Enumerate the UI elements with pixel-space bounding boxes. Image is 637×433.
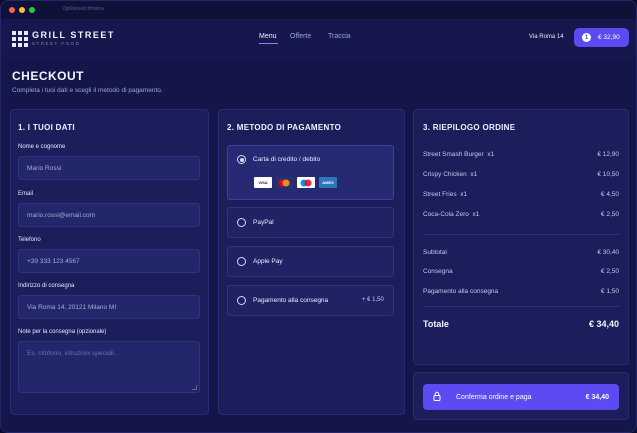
lock-icon [433, 391, 441, 403]
logo-grid-icon[interactable] [12, 31, 28, 47]
amex-icon: AMEX [319, 177, 337, 188]
item-name: Coca-Cola Zero [423, 211, 469, 218]
email-label: Email [18, 191, 34, 197]
cart-count-badge: 1 [582, 33, 591, 42]
page-title: CHECKOUT [12, 69, 84, 83]
delivery-label: Consegna [423, 268, 453, 275]
payment-option-card-label: Carta di credito / debito [253, 156, 321, 163]
radio-applepay[interactable] [237, 257, 246, 266]
cart-button[interactable]: 1 € 32,90 [574, 28, 629, 47]
subtotal-row: Subtotal € 30,40 [423, 249, 619, 256]
summary-title: 3. RIEPILOGO ORDINE [423, 123, 516, 132]
item-qty: x1 [487, 151, 495, 158]
name-value: Mario Rossi [27, 164, 62, 172]
payment-option-paypal-label: PayPal [253, 219, 274, 226]
nav-menu[interactable]: Menu [259, 33, 277, 40]
order-item: Coca-Cola Zero x1 € 2,50 [423, 211, 619, 218]
name-field[interactable]: Mario Rossi [18, 156, 200, 180]
item-name: Crispy Chicken [423, 171, 467, 178]
address-field[interactable]: Via Roma 14, 20121 Milano MI [18, 295, 200, 319]
delivery-address[interactable]: Via Roma 14 [529, 34, 564, 40]
order-item: Street Smash Burger x1 € 12,90 [423, 151, 619, 158]
total-label: Totale [423, 319, 449, 329]
payment-option-applepay-label: Apple Pay [253, 258, 283, 265]
payment-option-cod-label: Pagamento alla consegna [253, 297, 329, 304]
confirm-order-amount: € 34,40 [585, 393, 609, 401]
subtotal-value: € 30,40 [597, 249, 619, 256]
subtotal-label: Subtotal [423, 249, 447, 256]
item-price: € 4,50 [600, 191, 619, 198]
mastercard-icon [275, 177, 293, 188]
total-value: € 34,40 [588, 319, 619, 329]
cod-row: Pagamento alla consegna € 1,50 [423, 288, 619, 295]
order-item: Street Fries x1 € 4,50 [423, 191, 619, 198]
address-bar[interactable]: //grillstreet.it/menu [63, 6, 104, 12]
payment-option-card[interactable] [227, 145, 394, 200]
resize-handle-icon[interactable] [192, 385, 197, 390]
brand-tagline: STREET FOOD [32, 41, 81, 46]
summary-divider [423, 234, 619, 235]
notes-textarea[interactable]: Es. citofono, istruzioni speciali... [18, 341, 200, 393]
address-value: Via Roma 14, 20121 Milano MI [27, 303, 117, 311]
item-qty: x1 [460, 191, 468, 198]
nav-active-underline [259, 43, 278, 44]
item-price: € 10,50 [597, 171, 619, 178]
confirm-order-button[interactable]: Conferma ordine e paga € 34,40 [423, 384, 619, 410]
radio-cod[interactable] [237, 296, 246, 305]
address-label: Indirizzo di consegna [18, 283, 75, 289]
app-window: //grillstreet.it/menu GRILL STREET STREE… [0, 0, 637, 433]
confirm-order-label: Conferma ordine e paga [456, 393, 532, 401]
nav-traccia[interactable]: Traccia [328, 33, 351, 40]
cart-amount: € 32,90 [598, 34, 620, 41]
name-label: Nome e cognome [18, 144, 66, 150]
nav-offerte[interactable]: Offerte [290, 33, 311, 40]
item-price: € 2,50 [600, 211, 619, 218]
notes-label: Note per la consegna (opzionale) [18, 329, 107, 335]
item-name: Street Fries [423, 191, 457, 198]
radio-card[interactable] [237, 155, 246, 164]
total-row: Totale € 34,40 [423, 319, 619, 329]
maestro-icon [297, 177, 315, 188]
item-qty: x1 [472, 211, 480, 218]
item-price: € 12,90 [597, 151, 619, 158]
payment-title: 2. METODO DI PAGAMENTO [227, 123, 342, 132]
details-title: 1. I TUOI DATI [18, 123, 75, 132]
delivery-row: Consegna € 2,50 [423, 268, 619, 275]
email-value: mario.rossi@email.com [27, 211, 95, 219]
minimize-window-button[interactable] [19, 7, 25, 13]
email-field[interactable]: mario.rossi@email.com [18, 203, 200, 227]
item-name: Street Smash Burger [423, 151, 484, 158]
notes-placeholder: Es. citofono, istruzioni speciali... [27, 350, 120, 357]
order-item: Crispy Chicken x1 € 10,50 [423, 171, 619, 178]
phone-value: +39 333 123 4567 [27, 257, 80, 265]
maximize-window-button[interactable] [29, 7, 35, 13]
browser-titlebar: //grillstreet.it/menu [1, 1, 636, 19]
delivery-value: € 2,50 [600, 268, 619, 275]
cod-value: € 1,50 [600, 288, 619, 295]
visa-icon: VISA [254, 177, 272, 188]
cod-label: Pagamento alla consegna [423, 288, 499, 295]
total-divider [423, 306, 619, 307]
page-subtitle: Completa i tuoi dati e scegli il metodo … [12, 87, 163, 94]
radio-paypal[interactable] [237, 218, 246, 227]
phone-label: Telefono [18, 237, 41, 243]
phone-field[interactable]: +39 333 123 4567 [18, 249, 200, 273]
brand-name[interactable]: GRILL STREET [32, 30, 115, 40]
item-qty: x1 [470, 171, 478, 178]
close-window-button[interactable] [9, 7, 15, 13]
